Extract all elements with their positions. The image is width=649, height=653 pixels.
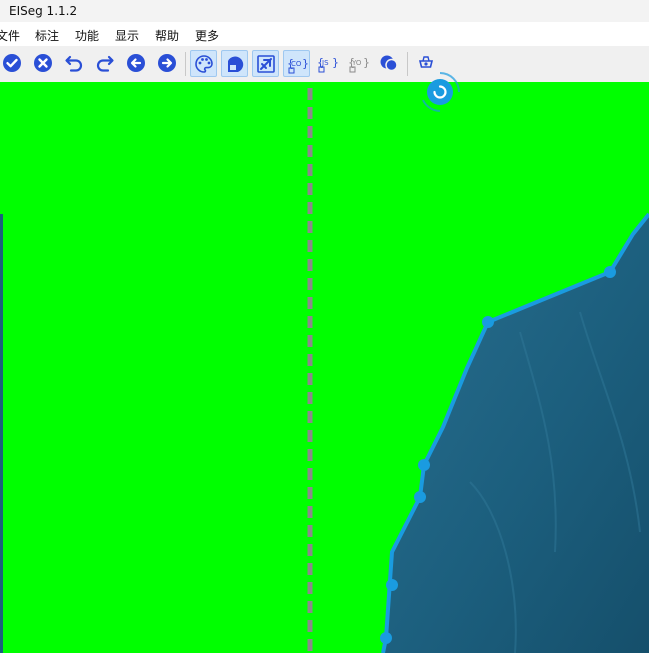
next-image-button[interactable] [154, 50, 181, 77]
loading-spinner-icon [422, 72, 460, 112]
toolbar-separator [407, 52, 408, 76]
menu-bar: 文件 标注 功能 显示 帮助 更多 [0, 22, 649, 47]
undo-icon [65, 55, 83, 72]
json-file-icon: { JS } [317, 56, 338, 73]
airplane-icon [257, 55, 275, 73]
save-pseudo-color-button[interactable] [252, 50, 279, 77]
title-bar: EISeg 1.1.2 [0, 0, 649, 22]
redo-button[interactable] [92, 50, 119, 77]
svg-text:YO: YO [351, 59, 362, 67]
overlap-circles-icon [380, 55, 398, 72]
menu-more[interactable]: 更多 [195, 27, 219, 44]
canvas-scene [0, 88, 649, 653]
finish-button[interactable] [0, 50, 26, 77]
prev-image-button[interactable] [123, 50, 150, 77]
polygon-vertex[interactable] [380, 632, 392, 644]
clear-button[interactable] [30, 50, 57, 77]
redo-icon [96, 55, 114, 72]
toolbar: { CO } { JS } { YO } [0, 46, 649, 83]
polygon-vertex[interactable] [386, 579, 398, 591]
window-title: EISeg 1.1.2 [9, 4, 78, 18]
save-yolo-button[interactable]: { YO } [345, 50, 372, 77]
close-circle-icon [34, 54, 52, 72]
arrow-right-circle-icon [158, 54, 176, 72]
annotation-canvas[interactable] [0, 82, 649, 653]
left-object-edge [0, 214, 3, 653]
svg-text:JS: JS [321, 59, 329, 67]
undo-button[interactable] [61, 50, 88, 77]
svg-text:}: } [363, 56, 369, 69]
segmented-object [383, 214, 649, 653]
palette-icon [195, 55, 213, 73]
arrow-left-circle-icon [127, 54, 145, 72]
mask-icon [228, 56, 244, 72]
yolo-file-icon: { YO } [348, 56, 369, 73]
svg-text:}: } [302, 57, 308, 70]
polygon-vertex[interactable] [482, 316, 494, 328]
svg-text:}: } [332, 56, 338, 69]
menu-label[interactable]: 标注 [35, 27, 59, 44]
polygon-vertex[interactable] [604, 266, 616, 278]
coco-file-icon: { CO } [287, 57, 308, 74]
save-mask-button[interactable] [221, 50, 248, 77]
menu-function[interactable]: 功能 [75, 27, 99, 44]
polygon-vertex[interactable] [414, 491, 426, 503]
check-circle-icon [3, 54, 21, 72]
menu-display[interactable]: 显示 [115, 27, 139, 44]
save-json-button[interactable]: { JS } [314, 50, 341, 77]
svg-text:CO: CO [291, 60, 302, 68]
toolbar-separator [185, 52, 186, 76]
grid-toggle-button[interactable] [376, 50, 403, 77]
menu-help[interactable]: 帮助 [155, 27, 179, 44]
menu-file[interactable]: 文件 [0, 27, 20, 44]
save-color-mask-button[interactable] [190, 50, 217, 77]
polygon-vertex[interactable] [418, 459, 430, 471]
save-coco-button[interactable]: { CO } [283, 50, 310, 77]
